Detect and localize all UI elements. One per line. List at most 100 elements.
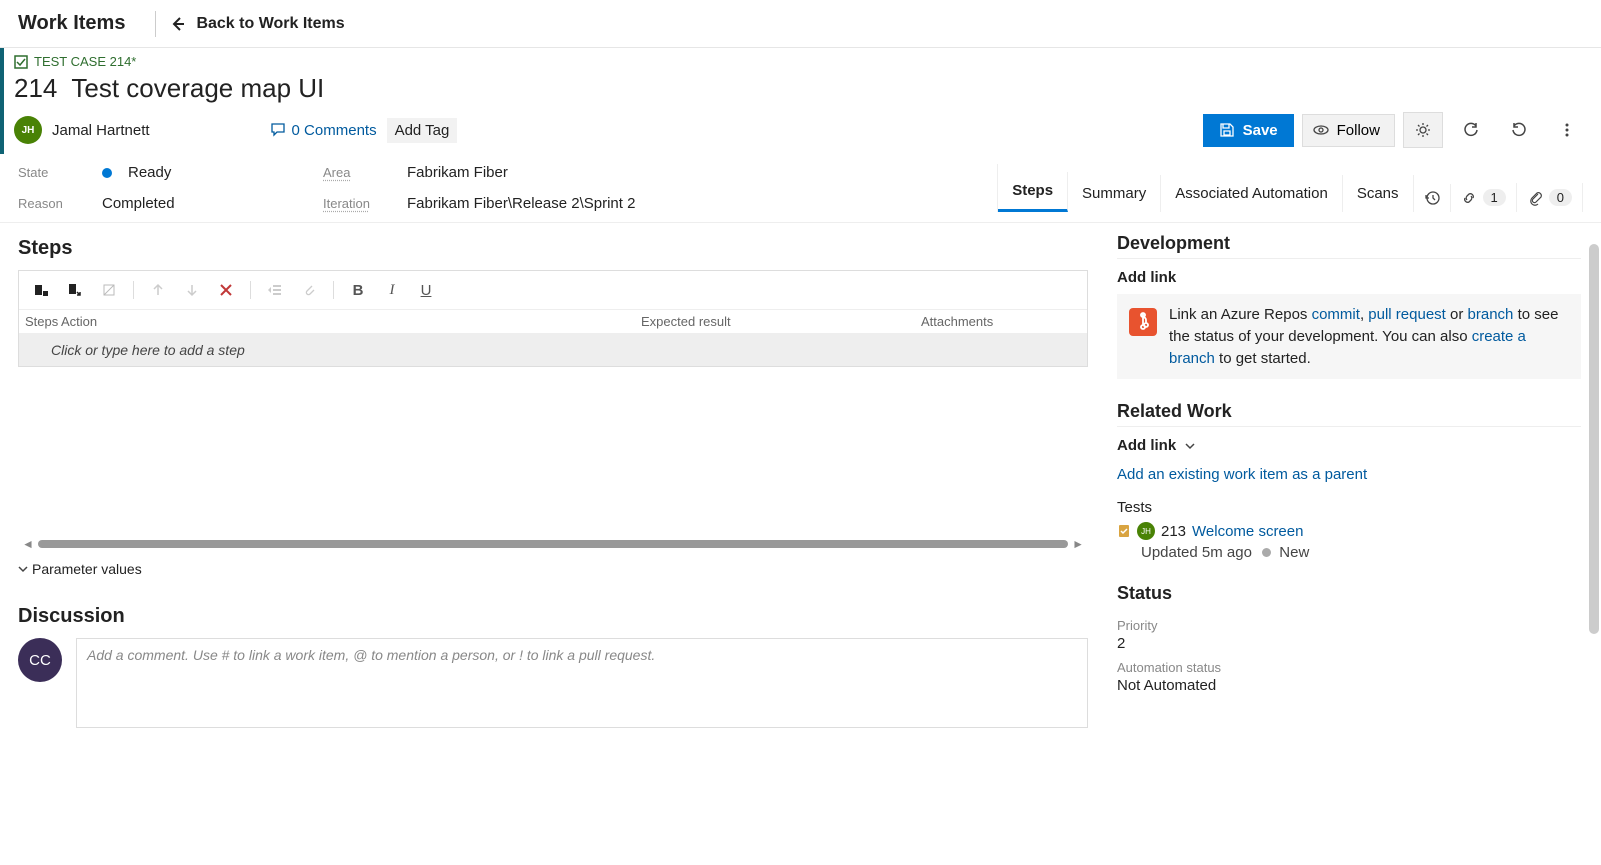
step-placeholder[interactable]: Click or type here to add a step bbox=[19, 334, 1087, 366]
related-add-link-label: Add link bbox=[1117, 437, 1176, 454]
add-parent-link[interactable]: Add an existing work item as a parent bbox=[1117, 462, 1581, 493]
title-row: 214 Test coverage map UI bbox=[14, 73, 1587, 104]
related-test-avatar: JH bbox=[1137, 522, 1155, 540]
outdent-button[interactable] bbox=[261, 277, 289, 303]
kebab-icon bbox=[1559, 122, 1575, 138]
state-label: State bbox=[18, 165, 102, 180]
back-arrow-icon bbox=[170, 16, 186, 32]
related-test-item[interactable]: JH 213 Welcome screen bbox=[1117, 522, 1581, 540]
arrow-up-icon bbox=[151, 283, 165, 297]
create-shared-button[interactable] bbox=[95, 277, 123, 303]
toolbar-sep bbox=[250, 281, 251, 299]
iteration-value[interactable]: Fabrikam Fiber\Release 2\Sprint 2 bbox=[407, 195, 635, 212]
follow-label: Follow bbox=[1337, 122, 1380, 139]
comments-count: 0 Comments bbox=[292, 122, 377, 139]
pull-request-link[interactable]: pull request bbox=[1368, 306, 1446, 323]
assignee-name[interactable]: Jamal Hartnett bbox=[52, 122, 150, 139]
refresh-button[interactable] bbox=[1451, 112, 1491, 148]
outdent-icon bbox=[267, 283, 283, 297]
parameter-values-label: Parameter values bbox=[32, 561, 142, 577]
scroll-thumb[interactable] bbox=[38, 540, 1068, 548]
tab-attachments[interactable]: 0 bbox=[1517, 183, 1583, 212]
related-test-subline: Updated 5m ago New bbox=[1141, 544, 1581, 561]
save-label: Save bbox=[1243, 122, 1278, 139]
tab-summary[interactable]: Summary bbox=[1068, 175, 1161, 212]
related-work-heading: Related Work bbox=[1117, 401, 1581, 427]
development-section: Development Add link Link an Azure Repos… bbox=[1117, 233, 1581, 379]
tab-steps[interactable]: Steps bbox=[998, 172, 1068, 212]
parameter-values-toggle[interactable]: Parameter values bbox=[18, 561, 1088, 577]
status-heading: Status bbox=[1117, 583, 1581, 608]
links-badge: 1 bbox=[1483, 189, 1506, 206]
tab-scans[interactable]: Scans bbox=[1343, 175, 1414, 212]
work-item-type-label[interactable]: TEST CASE 214* bbox=[34, 54, 136, 69]
horizontal-scrollbar[interactable]: ◄ ► bbox=[18, 537, 1088, 551]
save-button[interactable]: Save bbox=[1203, 114, 1294, 147]
delete-step-button[interactable] bbox=[212, 277, 240, 303]
bold-icon: B bbox=[353, 282, 364, 299]
settings-button[interactable] bbox=[1403, 112, 1443, 148]
col-action: Action bbox=[61, 314, 641, 329]
area-label: Area bbox=[323, 165, 407, 180]
steps-columns: Steps Action Expected result Attachments bbox=[19, 310, 1087, 334]
tab-history[interactable] bbox=[1414, 184, 1451, 212]
branch-link[interactable]: branch bbox=[1468, 306, 1514, 323]
more-actions-button[interactable] bbox=[1547, 112, 1587, 148]
automation-status-label: Automation status bbox=[1117, 660, 1581, 675]
tab-links[interactable]: 1 bbox=[1451, 183, 1517, 212]
commit-link[interactable]: commit bbox=[1312, 306, 1360, 323]
hub-title: Work Items bbox=[18, 12, 125, 35]
x-icon bbox=[219, 283, 233, 297]
assignee-avatar[interactable]: JH bbox=[14, 116, 42, 144]
add-tag-button[interactable]: Add Tag bbox=[387, 118, 458, 143]
insert-shared-icon bbox=[67, 282, 83, 298]
state-dot-icon bbox=[102, 168, 112, 178]
state-dot-icon bbox=[1262, 548, 1271, 557]
priority-value[interactable]: 2 bbox=[1117, 635, 1581, 652]
insert-shared-button[interactable] bbox=[61, 277, 89, 303]
attachments-badge: 0 bbox=[1549, 189, 1572, 206]
test-case-icon bbox=[14, 55, 28, 69]
underline-button[interactable]: U bbox=[412, 277, 440, 303]
insert-step-icon bbox=[33, 282, 49, 298]
gear-icon bbox=[1415, 122, 1431, 138]
attach-step-button[interactable] bbox=[295, 277, 323, 303]
work-item-title[interactable]: Test coverage map UI bbox=[71, 73, 324, 104]
back-button[interactable]: Back to Work Items bbox=[170, 15, 344, 33]
steps-heading: Steps bbox=[18, 237, 1088, 260]
back-label: Back to Work Items bbox=[196, 15, 344, 33]
follow-button[interactable]: Follow bbox=[1302, 114, 1395, 147]
toolbar-sep bbox=[133, 281, 134, 299]
related-test-link[interactable]: Welcome screen bbox=[1192, 523, 1303, 540]
refresh-icon bbox=[1462, 121, 1480, 139]
reason-value[interactable]: Completed bbox=[102, 195, 175, 212]
comments-link[interactable]: 0 Comments bbox=[270, 122, 377, 139]
work-item-header: TEST CASE 214* 214 Test coverage map UI … bbox=[0, 48, 1601, 154]
state-value[interactable]: Ready bbox=[128, 164, 171, 181]
revert-button[interactable] bbox=[1499, 112, 1539, 148]
bold-button[interactable]: B bbox=[344, 277, 372, 303]
git-icon bbox=[1129, 308, 1157, 336]
insert-step-button[interactable] bbox=[27, 277, 55, 303]
development-add-link[interactable]: Add link bbox=[1117, 269, 1581, 286]
related-test-state: New bbox=[1279, 544, 1309, 561]
steps-toolbar: B I U bbox=[19, 271, 1087, 310]
tab-automation[interactable]: Associated Automation bbox=[1161, 175, 1343, 212]
iteration-label: Iteration bbox=[323, 196, 407, 211]
move-down-button[interactable] bbox=[178, 277, 206, 303]
related-add-link-dropdown[interactable]: Add link bbox=[1117, 437, 1581, 454]
italic-button[interactable]: I bbox=[378, 277, 406, 303]
undo-icon bbox=[1510, 121, 1528, 139]
field-col-area: Area Fabrikam Fiber Iteration Fabrikam F… bbox=[323, 164, 938, 212]
save-icon bbox=[1219, 122, 1235, 138]
topbar: Work Items Back to Work Items bbox=[0, 0, 1601, 48]
work-item-id: 214 bbox=[14, 73, 57, 104]
vertical-scrollbar[interactable] bbox=[1589, 244, 1599, 634]
automation-status-value[interactable]: Not Automated bbox=[1117, 677, 1581, 694]
comment-input[interactable]: Add a comment. Use # to link a work item… bbox=[76, 638, 1088, 728]
move-up-button[interactable] bbox=[144, 277, 172, 303]
area-value[interactable]: Fabrikam Fiber bbox=[407, 164, 508, 181]
scroll-right-icon[interactable]: ► bbox=[1068, 537, 1088, 551]
scroll-left-icon[interactable]: ◄ bbox=[18, 537, 38, 551]
chevron-down-icon bbox=[18, 564, 28, 574]
